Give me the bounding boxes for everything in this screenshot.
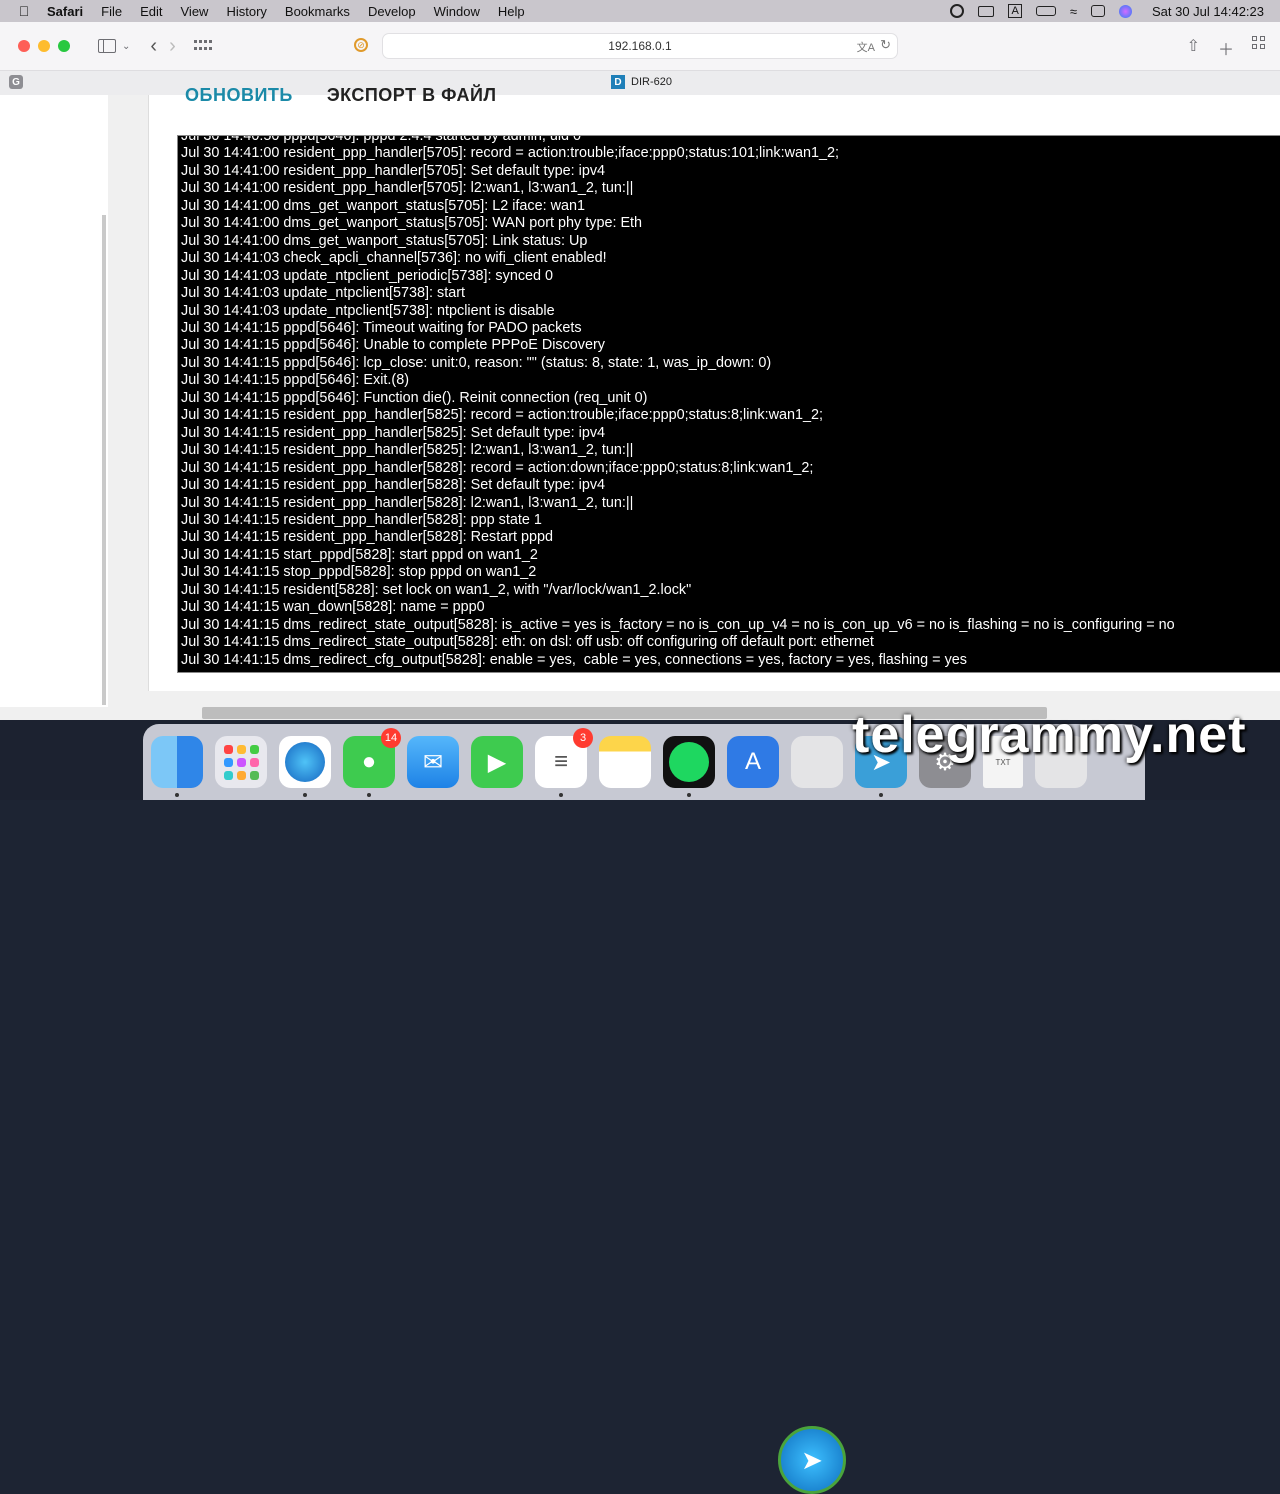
menu-app-safari[interactable]: Safari [38,4,92,19]
app-icon[interactable] [791,736,843,788]
watermark-text: telegrammy.net [852,706,1247,764]
log-line: Jul 30 14:41:15 resident_ppp_handler[582… [181,407,824,424]
close-window-button[interactable] [18,40,30,52]
telegram-logo-icon: ➤ [778,1426,846,1494]
menu-window[interactable]: Window [425,4,489,19]
log-line: Jul 30 14:41:15 pppd[5646]: Timeout wait… [181,319,582,336]
reminders-icon[interactable]: ≡ 3 [535,728,593,797]
log-line: Jul 30 14:41:00 resident_ppp_handler[570… [181,145,840,162]
log-line: Jul 30 14:41:15 pppd[5646]: Function die… [181,389,648,406]
siri-icon[interactable] [1118,4,1132,18]
safari-icon[interactable] [279,736,331,797]
system-log-view[interactable]: Jul 30 14:40:50 pppd[5646]: pppd 2.4.4 s… [177,135,1280,673]
menu-develop[interactable]: Develop [359,4,425,19]
log-line: Jul 30 14:41:15 dms_redirect_state_outpu… [181,634,874,651]
log-line: Jul 30 14:41:03 update_ntpclient[5738]: … [181,285,466,302]
input-source-icon[interactable]: A [1008,4,1022,18]
left-panel-scrollbar[interactable] [102,215,106,705]
left-menu-panel [0,95,108,707]
tab-group-icon[interactable]: G [9,75,23,89]
log-line: Jul 30 14:41:00 dms_get_wanport_status[5… [181,215,643,232]
new-tab-icon[interactable]: ＋ [1218,36,1234,60]
log-actions: ОБНОВИТЬ ЭКСПОРТ В ФАЙЛ [185,85,497,106]
log-line: Jul 30 14:40:50 pppd[5646]: pppd 2.4.4 s… [181,135,582,144]
translate-icon[interactable]: 文A [857,39,875,55]
log-line: Jul 30 14:41:15 resident_ppp_handler[582… [181,494,634,511]
log-line: Jul 30 14:41:15 pppd[5646]: Exit.(8) [181,372,410,389]
mail-icon[interactable]: ✉ [407,736,459,788]
vpn-status-icon[interactable] [950,4,965,18]
log-lines: Jul 30 14:40:50 pppd[5646]: pppd 2.4.4 s… [181,135,1175,669]
refresh-button[interactable]: ОБНОВИТЬ [185,85,293,106]
forward-button[interactable]: › [169,35,176,58]
log-line: Jul 30 14:41:15 resident_ppp_handler[582… [181,424,606,441]
reload-icon[interactable]: ↻ [880,37,891,53]
log-line: Jul 30 14:41:15 resident_ppp_handler[582… [181,477,606,494]
log-line: Jul 30 14:41:00 resident_ppp_handler[570… [181,180,634,197]
log-line: Jul 30 14:41:15 pppd[5646]: lcp_close: u… [181,354,772,371]
log-line: Jul 30 14:41:15 resident_ppp_handler[582… [181,459,814,476]
log-line: Jul 30 14:41:15 pppd[5646]: Unable to co… [181,337,605,354]
sidebar-toggle-icon[interactable] [98,39,116,53]
menu-bar-clock[interactable]: Sat 30 Jul 14:42:23 [1152,4,1264,19]
dlink-favicon-icon: D [611,75,625,89]
notes-icon[interactable] [599,736,651,788]
menu-history[interactable]: History [217,4,275,19]
privacy-report-icon[interactable]: ⊘ [354,38,368,52]
battery-icon[interactable] [1035,6,1056,16]
wifi-icon[interactable]: ≈ [1070,4,1077,19]
launchpad-icon[interactable] [215,736,267,788]
finder-icon[interactable] [151,736,203,797]
tab-dir-620[interactable]: D DIR-620 [611,75,672,89]
minimize-window-button[interactable] [38,40,50,52]
toolbar-right-actions: ⇧ ＋ [1187,36,1266,60]
chevron-down-icon[interactable]: ⌄ [122,41,130,52]
share-icon[interactable]: ⇧ [1187,36,1200,60]
tab-overview-grid-icon[interactable] [193,40,212,52]
log-panel: ОБНОВИТЬ ЭКСПОРТ В ФАЙЛ Jul 30 14:40:50 … [148,85,1280,691]
menu-file[interactable]: File [92,4,131,19]
log-line: Jul 30 14:41:15 dms_redirect_cfg_output[… [181,651,967,668]
log-line: Jul 30 14:41:15 start_pppd[5828]: start … [181,546,538,563]
menu-bar:  Safari File Edit View History Bookmark… [0,0,1280,22]
control-center-icon[interactable] [1090,5,1105,17]
menu-bookmarks[interactable]: Bookmarks [276,4,359,19]
browser-toolbar: ⌄ ‹ › ⊘ 192.168.0.1 文A ↻ ⇧ ＋ [0,22,1280,71]
export-to-file-button[interactable]: ЭКСПОРТ В ФАЙЛ [327,85,497,106]
log-line: Jul 30 14:41:15 stop_pppd[5828]: stop pp… [181,564,537,581]
menu-edit[interactable]: Edit [131,4,171,19]
log-line: Jul 30 14:41:00 dms_get_wanport_status[5… [181,232,588,249]
window-controls [18,40,70,52]
tab-title: DIR-620 [631,76,672,88]
back-button[interactable]: ‹ [150,35,157,58]
reminders-badge: 3 [573,728,593,748]
facetime-icon[interactable]: ▶ [471,736,523,788]
web-content: ОБНОВИТЬ ЭКСПОРТ В ФАЙЛ Jul 30 14:40:50 … [0,85,1280,720]
log-line: Jul 30 14:41:03 update_ntpclient_periodi… [181,267,554,284]
show-all-tabs-icon[interactable] [1252,36,1266,50]
zoom-window-button[interactable] [58,40,70,52]
log-line: Jul 30 14:41:15 resident_ppp_handler[582… [181,511,542,528]
messages-icon[interactable]: ● 14 [343,728,401,797]
log-line: Jul 30 14:41:00 resident_ppp_handler[570… [181,162,606,179]
log-line: Jul 30 14:41:15 dms_redirect_state_outpu… [181,616,1175,633]
log-line: Jul 30 14:41:03 update_ntpclient[5738]: … [181,302,555,319]
screen-mirroring-icon[interactable] [978,5,995,17]
apple-menu-icon[interactable]:  [10,3,38,19]
messages-badge: 14 [381,728,401,748]
spotify-icon[interactable] [663,736,715,797]
address-bar[interactable]: 192.168.0.1 文A ↻ [382,33,898,59]
menu-view[interactable]: View [172,4,218,19]
xcode-icon[interactable]: A [727,736,779,788]
safari-window: ⌄ ‹ › ⊘ 192.168.0.1 文A ↻ ⇧ ＋ G D DIR-620 [0,22,1280,720]
log-line: Jul 30 14:41:15 wan_down[5828]: name = p… [181,599,485,616]
log-line: Jul 30 14:41:15 resident_ppp_handler[582… [181,529,554,546]
menu-help[interactable]: Help [489,4,534,19]
log-line: Jul 30 14:41:15 resident[5828]: set lock… [181,581,692,598]
log-line: Jul 30 14:41:00 dms_get_wanport_status[5… [181,197,586,214]
log-line: Jul 30 14:41:15 resident_ppp_handler[582… [181,442,634,459]
log-line: Jul 30 14:41:03 check_apcli_channel[5736… [181,250,607,267]
url-text[interactable]: 192.168.0.1 [608,39,671,53]
